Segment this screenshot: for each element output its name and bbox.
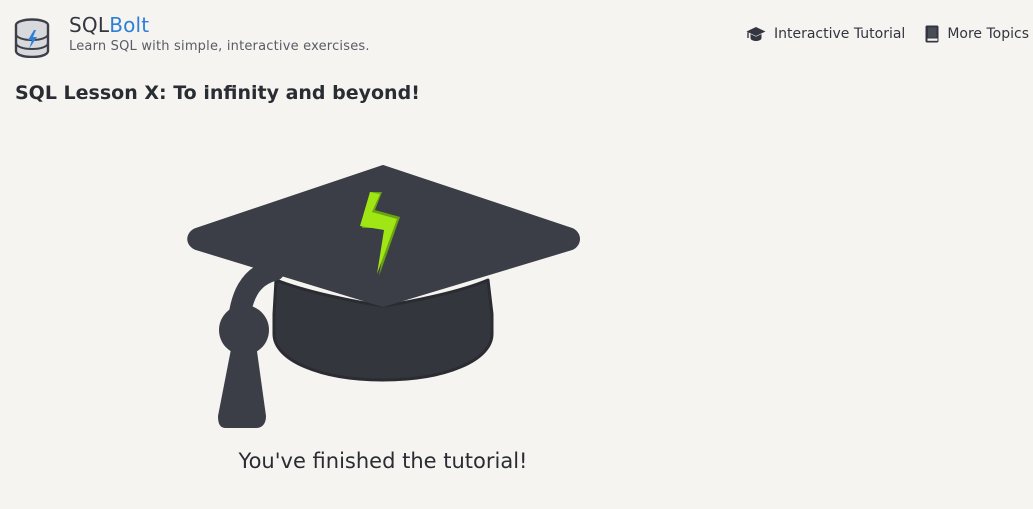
book-icon bbox=[925, 25, 939, 43]
top-nav: Interactive Tutorial More Topics bbox=[746, 25, 1029, 43]
nav-more-topics[interactable]: More Topics bbox=[925, 25, 1029, 43]
brand-accent: Bolt bbox=[109, 13, 150, 37]
site-tagline: Learn SQL with simple, interactive exerc… bbox=[69, 39, 370, 54]
completion-message: You've finished the tutorial! bbox=[238, 449, 528, 473]
site-header: SQLBolt Learn SQL with simple, interacti… bbox=[0, 0, 1033, 70]
nav-interactive-tutorial[interactable]: Interactive Tutorial bbox=[746, 26, 905, 42]
lesson-title: SQL Lesson X: To infinity and beyond! bbox=[15, 82, 420, 104]
graduation-cap-icon bbox=[746, 27, 766, 41]
nav-interactive-tutorial-label: Interactive Tutorial bbox=[773, 26, 906, 42]
brand-primary: SQL bbox=[69, 13, 110, 37]
graduation-cap-bolt-icon bbox=[187, 165, 580, 428]
tassel-fringe bbox=[218, 344, 266, 428]
nav-more-topics-label: More Topics bbox=[947, 26, 1029, 42]
site-brand[interactable]: SQLBolt bbox=[69, 12, 149, 38]
database-bolt-icon[interactable] bbox=[14, 18, 50, 58]
